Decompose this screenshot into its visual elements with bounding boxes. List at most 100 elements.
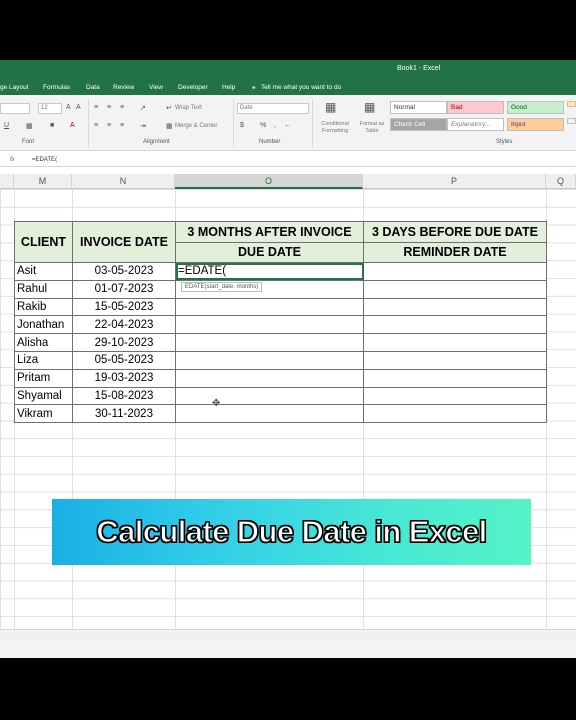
client-cell[interactable]: Pritam xyxy=(14,368,73,388)
invoice-date-cell[interactable]: 22-04-2023 xyxy=(72,315,176,335)
tab-developer[interactable]: Developer xyxy=(178,84,208,91)
conditional-formatting-button[interactable]: Conditional Formatting xyxy=(316,121,354,135)
group-number: Number xyxy=(259,139,281,145)
tell-me-search[interactable]: Tell me what you want to do xyxy=(261,84,341,91)
comma-icon[interactable]: , xyxy=(274,122,276,129)
column-header-o[interactable]: O xyxy=(175,174,363,189)
table-row: Alisha 29-10-2023 xyxy=(14,333,547,352)
invoice-date-cell[interactable]: 19-03-2023 xyxy=(72,368,176,388)
reminder-date-cell[interactable] xyxy=(363,333,547,352)
align-center-icon[interactable]: ≡ xyxy=(107,122,111,129)
due-date-cell[interactable] xyxy=(175,404,364,424)
align-left-icon[interactable]: ≡ xyxy=(94,122,98,129)
reminder-date-cell[interactable] xyxy=(363,386,547,406)
decimal-icon[interactable]: ← xyxy=(284,122,291,129)
invoice-date-cell[interactable]: 03-05-2023 xyxy=(72,262,176,281)
orientation-icon[interactable]: ↗ xyxy=(140,104,146,112)
align-bottom-icon[interactable]: ≡ xyxy=(120,104,124,111)
column-header-n[interactable]: N xyxy=(72,174,175,189)
number-format-dropdown[interactable]: Date xyxy=(237,103,309,114)
tab-formulas[interactable]: Formulas xyxy=(43,84,70,91)
column-header-m[interactable]: M xyxy=(14,174,72,189)
table-row: Shyamal 15-08-2023 xyxy=(14,386,547,406)
insert-function-icon[interactable]: fx xyxy=(10,157,15,163)
fill-color-icon[interactable]: ■ xyxy=(50,122,54,129)
grow-font-icon[interactable]: A xyxy=(66,104,71,111)
tab-help[interactable]: Help xyxy=(222,84,235,91)
header-reminder-date[interactable]: REMINDER DATE xyxy=(363,241,547,263)
invoice-date-cell[interactable]: 29-10-2023 xyxy=(72,333,176,352)
shrink-font-icon[interactable]: A xyxy=(76,104,81,111)
invoice-date-cell[interactable]: 15-05-2023 xyxy=(72,297,176,317)
window-title: Book1 - Excel xyxy=(397,65,441,72)
invoice-date-cell[interactable]: 30-11-2023 xyxy=(72,404,176,424)
column-header-q[interactable]: Q xyxy=(546,174,576,189)
wrap-text-button[interactable]: Wrap Text xyxy=(175,105,202,111)
column-header-prev[interactable] xyxy=(0,174,14,189)
client-cell[interactable]: Liza xyxy=(14,350,73,370)
header-client[interactable]: CLIENT xyxy=(14,221,73,263)
client-cell[interactable]: Rahul xyxy=(14,279,73,299)
header-reminder-line1[interactable]: 3 DAYS BEFORE DUE DATE xyxy=(363,221,547,243)
client-cell[interactable]: Vikram xyxy=(14,404,73,424)
horizontal-scrollbar[interactable] xyxy=(0,632,576,640)
invoice-date-cell[interactable]: 05-05-2023 xyxy=(72,350,176,370)
font-size-dropdown[interactable]: 12 xyxy=(38,103,62,114)
style-neutral[interactable] xyxy=(567,101,576,107)
lightbulb-icon: ⚭ xyxy=(251,85,257,92)
format-as-table-button[interactable]: Format as Table xyxy=(357,121,387,135)
reminder-date-cell[interactable] xyxy=(363,279,547,299)
style-good[interactable]: Good xyxy=(507,101,564,114)
invoice-date-cell[interactable]: 01-07-2023 xyxy=(72,279,176,299)
style-normal[interactable]: Normal xyxy=(390,101,447,114)
reminder-date-cell[interactable] xyxy=(363,368,547,388)
style-input[interactable]: Input xyxy=(507,118,564,131)
due-date-cell[interactable] xyxy=(175,350,364,370)
tab-review[interactable]: Review xyxy=(113,84,134,91)
header-due-date[interactable]: DUE DATE xyxy=(175,241,364,263)
reminder-date-cell[interactable] xyxy=(363,350,547,370)
tab-page-layout[interactable]: ge Layout xyxy=(0,84,29,91)
client-cell[interactable]: Jonathan xyxy=(14,315,73,335)
due-date-cell[interactable] xyxy=(175,386,364,406)
invoice-date-cell[interactable]: 15-08-2023 xyxy=(72,386,176,406)
style-linked-cell[interactable] xyxy=(567,118,576,124)
reminder-date-cell[interactable] xyxy=(363,315,547,335)
client-cell[interactable]: Rakib xyxy=(14,297,73,317)
header-invoice-date[interactable]: INVOICE DATE xyxy=(72,221,176,263)
indent-icon[interactable]: ⇥ xyxy=(140,122,146,130)
font-name-dropdown[interactable] xyxy=(0,103,30,114)
due-date-cell[interactable]: =EDATE( xyxy=(175,262,364,281)
due-date-cell[interactable] xyxy=(175,297,364,317)
column-header-p[interactable]: P xyxy=(363,174,546,189)
conditional-formatting-icon: ▦ xyxy=(325,100,337,114)
align-middle-icon[interactable]: ≡ xyxy=(107,104,111,111)
borders-icon[interactable]: ▦ xyxy=(26,122,33,130)
align-right-icon[interactable]: ≡ xyxy=(120,122,124,129)
font-color-icon[interactable]: A xyxy=(70,122,75,129)
ribbon: 12 A A U ▦ ■ A Font ≡ ≡ ≡ ↗ ≡ ≡ ≡ ⇥ ↵ Wr… xyxy=(0,95,576,151)
table-row: Pritam 19-03-2023 xyxy=(14,368,547,388)
style-bad[interactable]: Bad xyxy=(447,101,504,114)
reminder-date-cell[interactable] xyxy=(363,262,547,281)
style-explanatory[interactable]: Explanatory... xyxy=(447,118,504,131)
client-cell[interactable]: Alisha xyxy=(14,333,73,352)
due-date-cell[interactable] xyxy=(175,333,364,352)
underline-icon[interactable]: U xyxy=(4,122,9,129)
group-font: Font xyxy=(22,139,35,145)
due-date-cell[interactable] xyxy=(175,368,364,388)
formula-input[interactable]: =EDATE( xyxy=(32,157,57,163)
tab-data[interactable]: Data xyxy=(86,84,100,91)
header-due-line1[interactable]: 3 MONTHS AFTER INVOICE xyxy=(175,221,364,243)
client-cell[interactable]: Shyamal xyxy=(14,386,73,406)
client-cell[interactable]: Asit xyxy=(14,262,73,281)
percent-icon[interactable]: % xyxy=(260,122,266,129)
reminder-date-cell[interactable] xyxy=(363,297,547,317)
style-check-cell[interactable]: Check Cell xyxy=(390,118,447,131)
align-top-icon[interactable]: ≡ xyxy=(94,104,98,111)
reminder-date-cell[interactable] xyxy=(363,404,547,424)
accounting-icon[interactable]: $ xyxy=(240,122,244,129)
tab-view[interactable]: View xyxy=(149,84,163,91)
due-date-cell[interactable] xyxy=(175,315,364,335)
merge-center-button[interactable]: Merge & Center xyxy=(175,123,217,129)
